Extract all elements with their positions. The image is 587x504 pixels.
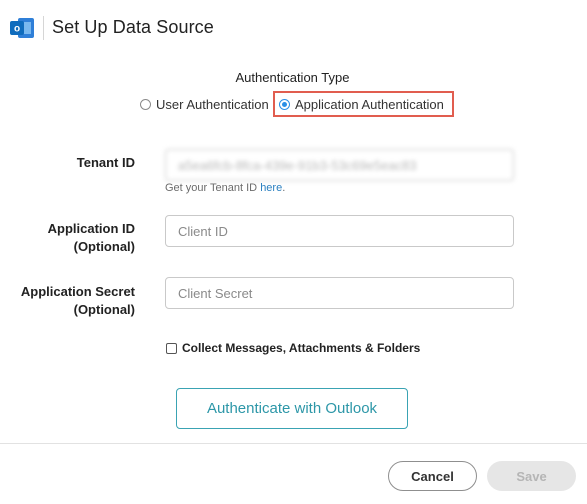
application-authentication-option[interactable]: Application Authentication (279, 96, 444, 112)
page-title: Set Up Data Source (52, 17, 214, 37)
user-authentication-radio[interactable] (140, 98, 151, 110)
collect-messages-checkbox[interactable] (166, 342, 177, 354)
save-button[interactable]: Save (487, 461, 576, 491)
cancel-button[interactable]: Cancel (388, 461, 477, 491)
tenant-id-help-link[interactable]: here (260, 182, 282, 194)
helper-text: Get your Tenant ID (165, 182, 261, 194)
header-divider (43, 16, 44, 40)
application-secret-label-line1: Application Secret (20, 284, 135, 299)
outlook-logo-icon: o (10, 18, 34, 38)
application-id-label: Application ID (Optional) (20, 220, 135, 256)
client-id-input[interactable] (165, 215, 514, 247)
collect-messages-label: Collect Messages, Attachments & Folders (182, 341, 421, 355)
application-id-label-line2: (Optional) (73, 239, 135, 254)
footer-divider (0, 443, 587, 444)
authenticate-with-outlook-button[interactable]: Authenticate with Outlook (176, 388, 408, 429)
logo-letter: o (14, 24, 20, 35)
application-secret-label-line2: (Optional) (73, 302, 135, 317)
helper-suffix: . (282, 182, 286, 194)
tenant-id-input[interactable] (165, 149, 514, 181)
authentication-type-label: Authentication Type (235, 70, 350, 85)
application-secret-label: Application Secret (Optional) (10, 283, 135, 319)
user-authentication-option[interactable]: User Authentication (140, 96, 269, 112)
application-id-label-line1: Application ID (47, 221, 135, 236)
tenant-id-label: Tenant ID (76, 155, 135, 170)
collect-messages-option[interactable]: Collect Messages, Attachments & Folders (166, 341, 420, 355)
user-authentication-label: User Authentication (156, 96, 269, 112)
tenant-id-helper: Get your Tenant ID here. (165, 182, 285, 194)
dialog-header: o Set Up Data Source (0, 0, 587, 56)
application-authentication-label: Application Authentication (295, 96, 444, 112)
application-authentication-radio[interactable] (279, 98, 290, 110)
client-secret-input[interactable] (165, 277, 514, 309)
